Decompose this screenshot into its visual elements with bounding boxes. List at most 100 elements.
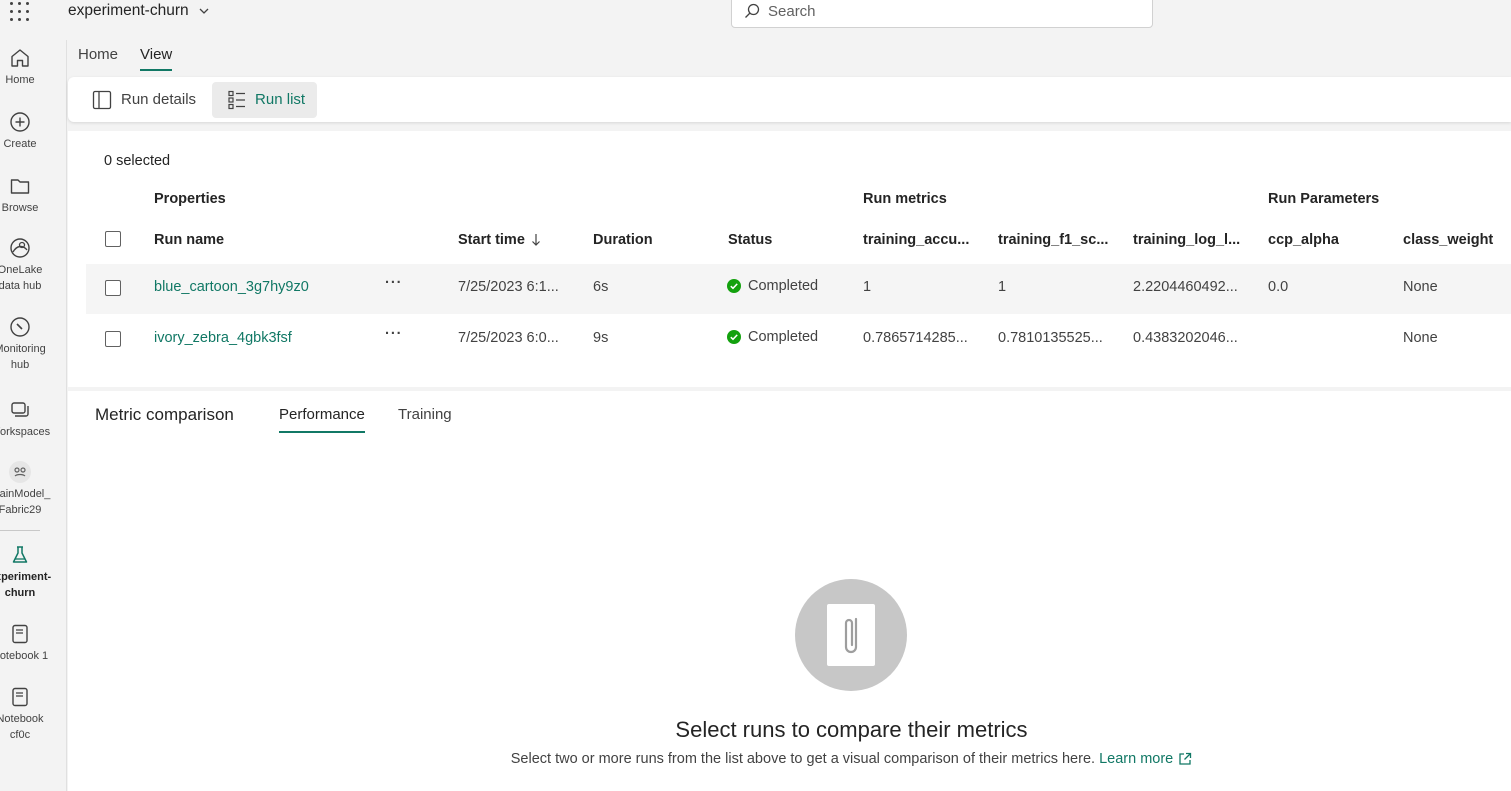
list-icon bbox=[228, 90, 246, 109]
rail-label: Notebook 1 bbox=[0, 650, 49, 662]
workspace-avatar-icon bbox=[8, 460, 32, 484]
tab-performance[interactable]: Performance bbox=[279, 406, 365, 433]
learn-more-label: Learn more bbox=[1099, 751, 1174, 767]
rail-item-workspaces[interactable]: Workspaces bbox=[0, 398, 50, 440]
start-time-cell: 7/25/2023 6:1... bbox=[458, 279, 559, 295]
paperclip-icon bbox=[827, 604, 875, 666]
monitor-icon bbox=[8, 315, 32, 339]
column-header-status[interactable]: Status bbox=[728, 232, 772, 248]
rail-item-browse[interactable]: Browse bbox=[0, 174, 40, 216]
check-circle-icon bbox=[727, 279, 741, 293]
rail-label: OneLake data hub bbox=[0, 264, 43, 292]
tab-home[interactable]: Home bbox=[78, 46, 118, 71]
ribbon-tabs: Home View bbox=[78, 46, 173, 71]
folder-icon bbox=[8, 174, 32, 198]
run-list-button[interactable]: Run list bbox=[212, 81, 318, 118]
column-header-duration[interactable]: Duration bbox=[593, 232, 653, 248]
class-weight-cell: None bbox=[1403, 279, 1438, 295]
table-row[interactable]: ivory_zebra_4gbk3fsf ··· 7/25/2023 6:0..… bbox=[86, 315, 1511, 365]
group-header-properties: Properties bbox=[154, 191, 226, 207]
empty-state-description: Select two or more runs from the list ab… bbox=[68, 751, 1511, 767]
app-launcher-icon[interactable] bbox=[8, 0, 32, 22]
search-box[interactable]: Search bbox=[731, 0, 1153, 28]
left-nav-rail: Home Create Browse OneLake data hub Moni… bbox=[0, 40, 67, 791]
column-header-training-f1[interactable]: training_f1_sc... bbox=[998, 232, 1108, 248]
item-title-dropdown[interactable]: experiment-churn bbox=[68, 2, 209, 20]
select-all-checkbox[interactable] bbox=[105, 231, 121, 247]
rail-item-notebook-cf0c[interactable]: Notebook cf0c bbox=[0, 685, 44, 743]
flask-icon bbox=[8, 543, 32, 567]
rail-item-onelake[interactable]: OneLake data hub bbox=[0, 236, 43, 294]
run-name-link[interactable]: ivory_zebra_4gbk3fsf bbox=[154, 330, 292, 346]
column-header-start-time-label: Start time bbox=[458, 232, 525, 248]
status-label: Completed bbox=[748, 278, 819, 294]
status-label: Completed bbox=[748, 329, 819, 345]
check-circle-icon bbox=[727, 330, 741, 344]
column-header-ccp-alpha[interactable]: ccp_alpha bbox=[1268, 232, 1339, 248]
column-header-training-log-loss[interactable]: training_log_l... bbox=[1133, 232, 1240, 248]
selected-count: 0 selected bbox=[104, 153, 171, 169]
training-log-loss-cell: 2.2204460492... bbox=[1133, 279, 1238, 295]
panel-icon bbox=[92, 90, 112, 109]
start-time-cell: 7/25/2023 6:0... bbox=[458, 330, 559, 346]
column-header-training-accuracy[interactable]: training_accu... bbox=[863, 232, 969, 248]
rail-item-trainmodel[interactable]: TrainModel_ Fabric29 bbox=[0, 460, 50, 518]
training-f1-cell: 0.7810135525... bbox=[998, 330, 1103, 346]
rail-divider bbox=[0, 530, 40, 531]
more-options-button[interactable]: ··· bbox=[385, 275, 403, 291]
empty-state-text: Select two or more runs from the list ab… bbox=[510, 751, 1096, 767]
item-title: experiment-churn bbox=[68, 2, 189, 19]
sort-descending-icon bbox=[531, 234, 540, 246]
search-placeholder: Search bbox=[768, 2, 816, 20]
rail-label: Monitoring hub bbox=[0, 343, 46, 371]
plus-circle-icon bbox=[8, 110, 32, 134]
group-header-run-metrics: Run metrics bbox=[863, 191, 947, 207]
rail-label: experiment- churn bbox=[0, 571, 52, 599]
rail-label: Workspaces bbox=[0, 426, 51, 438]
ccp-alpha-cell: 0.0 bbox=[1268, 279, 1289, 295]
run-list-panel: 0 selected Properties Run metrics Run Pa… bbox=[68, 131, 1511, 387]
chevron-down-icon bbox=[199, 8, 209, 14]
rail-item-home[interactable]: Home bbox=[0, 46, 40, 88]
training-f1-cell: 1 bbox=[998, 279, 1007, 295]
column-header-start-time[interactable]: Start time bbox=[458, 232, 541, 248]
workspaces-icon bbox=[8, 398, 32, 422]
rail-item-monitoring[interactable]: Monitoring hub bbox=[0, 315, 46, 373]
rail-item-create[interactable]: Create bbox=[0, 110, 40, 152]
onelake-icon bbox=[8, 236, 32, 260]
external-link-icon bbox=[1179, 752, 1192, 765]
top-bar: experiment-churn Search bbox=[0, 0, 1511, 40]
metric-comparison-title: Metric comparison bbox=[95, 405, 234, 424]
rail-label: Notebook cf0c bbox=[0, 713, 44, 741]
rail-label: Home bbox=[5, 74, 35, 86]
class-weight-cell: None bbox=[1403, 330, 1438, 346]
duration-cell: 6s bbox=[593, 279, 609, 295]
tab-view[interactable]: View bbox=[140, 46, 173, 71]
duration-cell: 9s bbox=[593, 330, 609, 346]
ribbon-toolbar: Run details Run list bbox=[68, 77, 1511, 122]
home-icon bbox=[8, 46, 32, 70]
learn-more-link[interactable]: Learn more bbox=[1099, 751, 1192, 767]
group-header-run-parameters: Run Parameters bbox=[1268, 191, 1380, 207]
search-icon bbox=[745, 3, 760, 18]
rail-item-experiment-churn[interactable]: experiment- churn bbox=[0, 543, 51, 601]
run-details-label: Run details bbox=[121, 91, 197, 108]
run-details-button[interactable]: Run details bbox=[86, 82, 208, 118]
column-header-class-weight[interactable]: class_weight bbox=[1403, 232, 1493, 248]
training-accuracy-cell: 1 bbox=[863, 279, 872, 295]
column-header-run-name[interactable]: Run name bbox=[154, 232, 224, 248]
status-cell: Completed bbox=[727, 278, 818, 294]
row-checkbox[interactable] bbox=[105, 331, 121, 347]
run-list-label: Run list bbox=[255, 91, 306, 108]
table-row[interactable]: blue_cartoon_3g7hy9z0 ··· 7/25/2023 6:1.… bbox=[86, 264, 1511, 314]
notebook-icon bbox=[8, 622, 32, 646]
more-options-button[interactable]: ··· bbox=[385, 326, 403, 342]
rail-item-notebook-1[interactable]: Notebook 1 bbox=[0, 622, 48, 664]
tab-training[interactable]: Training bbox=[398, 406, 452, 431]
run-name-link[interactable]: blue_cartoon_3g7hy9z0 bbox=[154, 279, 309, 295]
training-log-loss-cell: 0.4383202046... bbox=[1133, 330, 1238, 346]
row-checkbox[interactable] bbox=[105, 280, 121, 296]
metric-comparison-panel: Metric comparison Performance Training S… bbox=[68, 391, 1511, 791]
training-accuracy-cell: 0.7865714285... bbox=[863, 330, 968, 346]
notebook-icon bbox=[8, 685, 32, 709]
